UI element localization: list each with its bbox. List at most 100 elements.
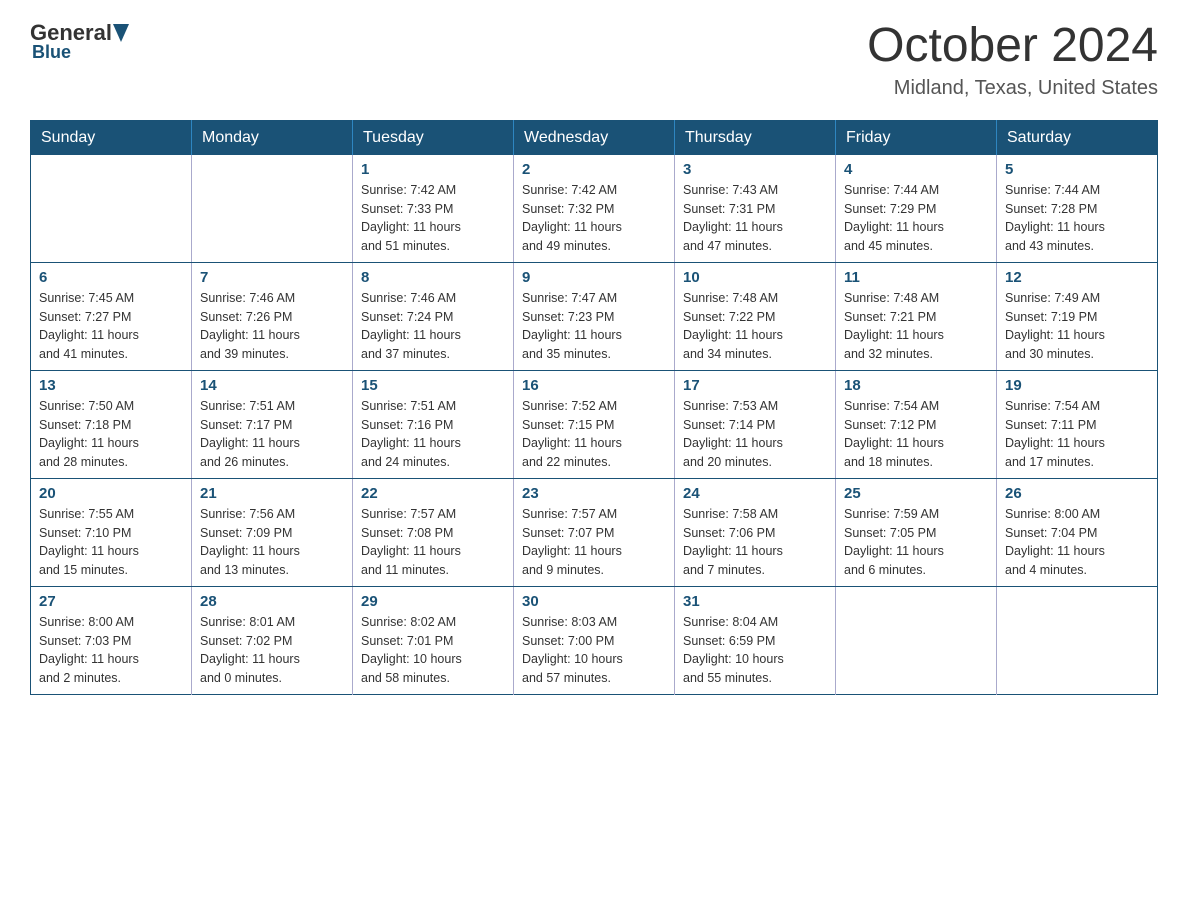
header-sunday: Sunday (31, 120, 192, 155)
day-number: 18 (844, 377, 988, 394)
day-cell: 4 Sunrise: 7:44 AMSunset: 7:29 PMDaylight… (836, 155, 997, 263)
day-info: Sunrise: 7:46 AMSunset: 7:24 PMDaylight:… (361, 289, 505, 364)
day-cell: 13 Sunrise: 7:50 AMSunset: 7:18 PMDayligh… (31, 370, 192, 478)
day-number: 10 (683, 269, 827, 286)
day-number: 25 (844, 485, 988, 502)
day-info: Sunrise: 7:54 AMSunset: 7:11 PMDaylight:… (1005, 397, 1149, 472)
day-cell: 2Sunrise: 7:42 AMSunset: 7:32 PMDaylight… (514, 155, 675, 263)
day-cell: 17 Sunrise: 7:53 AMSunset: 7:14 PMDayligh… (675, 370, 836, 478)
day-cell: 28 Sunrise: 8:01 AMSunset: 7:02 PMDayligh… (192, 586, 353, 694)
day-number: 27 (39, 593, 183, 610)
location-title: Midland, Texas, United States (867, 77, 1158, 100)
day-number: 15 (361, 377, 505, 394)
day-number: 20 (39, 485, 183, 502)
day-cell: 27Sunrise: 8:00 AMSunset: 7:03 PMDayligh… (31, 586, 192, 694)
day-number: 24 (683, 485, 827, 502)
day-cell: 26 Sunrise: 8:00 AMSunset: 7:04 PMDayligh… (997, 478, 1158, 586)
day-info: Sunrise: 7:58 AMSunset: 7:06 PMDaylight:… (683, 505, 827, 580)
day-info: Sunrise: 7:44 AMSunset: 7:29 PMDaylight:… (844, 181, 988, 256)
calendar-table: SundayMondayTuesdayWednesdayThursdayFrid… (30, 120, 1158, 695)
month-title: October 2024 (867, 20, 1158, 73)
week-row-3: 13 Sunrise: 7:50 AMSunset: 7:18 PMDayligh… (31, 370, 1158, 478)
day-cell (192, 155, 353, 263)
day-cell: 9 Sunrise: 7:47 AMSunset: 7:23 PMDaylight… (514, 262, 675, 370)
day-cell: 11 Sunrise: 7:48 AMSunset: 7:21 PMDayligh… (836, 262, 997, 370)
day-info: Sunrise: 7:50 AMSunset: 7:18 PMDaylight:… (39, 397, 183, 472)
day-number: 19 (1005, 377, 1149, 394)
day-number: 7 (200, 269, 344, 286)
day-cell (31, 155, 192, 263)
day-cell: 22 Sunrise: 7:57 AMSunset: 7:08 PMDayligh… (353, 478, 514, 586)
day-info: Sunrise: 8:03 AMSunset: 7:00 PMDaylight:… (522, 613, 666, 688)
day-cell: 24 Sunrise: 7:58 AMSunset: 7:06 PMDayligh… (675, 478, 836, 586)
day-info: Sunrise: 8:01 AMSunset: 7:02 PMDaylight:… (200, 613, 344, 688)
page-header: General Blue October 2024 Midland, Texas… (30, 20, 1158, 100)
day-number: 26 (1005, 485, 1149, 502)
week-row-1: 1Sunrise: 7:42 AMSunset: 7:33 PMDaylight… (31, 155, 1158, 263)
week-row-2: 6 Sunrise: 7:45 AMSunset: 7:27 PMDaylight… (31, 262, 1158, 370)
day-number: 3 (683, 161, 827, 178)
day-number: 2 (522, 161, 666, 178)
logo: General Blue (30, 20, 130, 63)
day-number: 13 (39, 377, 183, 394)
day-number: 5 (1005, 161, 1149, 178)
day-cell: 29 Sunrise: 8:02 AMSunset: 7:01 PMDayligh… (353, 586, 514, 694)
day-number: 6 (39, 269, 183, 286)
day-info: Sunrise: 7:52 AMSunset: 7:15 PMDaylight:… (522, 397, 666, 472)
week-row-4: 20 Sunrise: 7:55 AMSunset: 7:10 PMDayligh… (31, 478, 1158, 586)
day-info: Sunrise: 8:02 AMSunset: 7:01 PMDaylight:… (361, 613, 505, 688)
day-number: 30 (522, 593, 666, 610)
day-info: Sunrise: 7:45 AMSunset: 7:27 PMDaylight:… (39, 289, 183, 364)
day-cell (997, 586, 1158, 694)
header-friday: Friday (836, 120, 997, 155)
day-number: 4 (844, 161, 988, 178)
day-number: 22 (361, 485, 505, 502)
header-wednesday: Wednesday (514, 120, 675, 155)
day-cell: 20 Sunrise: 7:55 AMSunset: 7:10 PMDayligh… (31, 478, 192, 586)
day-info: Sunrise: 7:54 AMSunset: 7:12 PMDaylight:… (844, 397, 988, 472)
day-cell: 1Sunrise: 7:42 AMSunset: 7:33 PMDaylight… (353, 155, 514, 263)
header-saturday: Saturday (997, 120, 1158, 155)
day-cell (836, 586, 997, 694)
day-info: Sunrise: 7:48 AMSunset: 7:21 PMDaylight:… (844, 289, 988, 364)
day-cell: 5 Sunrise: 7:44 AMSunset: 7:28 PMDaylight… (997, 155, 1158, 263)
day-cell: 16 Sunrise: 7:52 AMSunset: 7:15 PMDayligh… (514, 370, 675, 478)
day-info: Sunrise: 8:04 AMSunset: 6:59 PMDaylight:… (683, 613, 827, 688)
day-cell: 8 Sunrise: 7:46 AMSunset: 7:24 PMDaylight… (353, 262, 514, 370)
day-cell: 10 Sunrise: 7:48 AMSunset: 7:22 PMDayligh… (675, 262, 836, 370)
day-number: 12 (1005, 269, 1149, 286)
day-info: Sunrise: 7:53 AMSunset: 7:14 PMDaylight:… (683, 397, 827, 472)
day-info: Sunrise: 8:00 AMSunset: 7:04 PMDaylight:… (1005, 505, 1149, 580)
day-info: Sunrise: 7:51 AMSunset: 7:17 PMDaylight:… (200, 397, 344, 472)
day-cell: 6 Sunrise: 7:45 AMSunset: 7:27 PMDaylight… (31, 262, 192, 370)
day-cell: 18 Sunrise: 7:54 AMSunset: 7:12 PMDayligh… (836, 370, 997, 478)
day-cell: 25 Sunrise: 7:59 AMSunset: 7:05 PMDayligh… (836, 478, 997, 586)
day-number: 11 (844, 269, 988, 286)
day-cell: 12Sunrise: 7:49 AMSunset: 7:19 PMDayligh… (997, 262, 1158, 370)
header-tuesday: Tuesday (353, 120, 514, 155)
day-number: 9 (522, 269, 666, 286)
day-cell: 19 Sunrise: 7:54 AMSunset: 7:11 PMDayligh… (997, 370, 1158, 478)
header-monday: Monday (192, 120, 353, 155)
day-number: 28 (200, 593, 344, 610)
day-info: Sunrise: 7:59 AMSunset: 7:05 PMDaylight:… (844, 505, 988, 580)
day-info: Sunrise: 7:55 AMSunset: 7:10 PMDaylight:… (39, 505, 183, 580)
day-number: 17 (683, 377, 827, 394)
day-cell: 3Sunrise: 7:43 AMSunset: 7:31 PMDaylight… (675, 155, 836, 263)
day-info: Sunrise: 7:48 AMSunset: 7:22 PMDaylight:… (683, 289, 827, 364)
day-info: Sunrise: 7:47 AMSunset: 7:23 PMDaylight:… (522, 289, 666, 364)
day-info: Sunrise: 7:57 AMSunset: 7:08 PMDaylight:… (361, 505, 505, 580)
day-number: 8 (361, 269, 505, 286)
day-cell: 30 Sunrise: 8:03 AMSunset: 7:00 PMDayligh… (514, 586, 675, 694)
day-info: Sunrise: 7:51 AMSunset: 7:16 PMDaylight:… (361, 397, 505, 472)
day-cell: 23Sunrise: 7:57 AMSunset: 7:07 PMDayligh… (514, 478, 675, 586)
day-number: 16 (522, 377, 666, 394)
day-info: Sunrise: 7:44 AMSunset: 7:28 PMDaylight:… (1005, 181, 1149, 256)
day-number: 14 (200, 377, 344, 394)
logo-arrow-icon (113, 24, 129, 42)
day-info: Sunrise: 7:56 AMSunset: 7:09 PMDaylight:… (200, 505, 344, 580)
day-number: 23 (522, 485, 666, 502)
day-number: 31 (683, 593, 827, 610)
day-number: 29 (361, 593, 505, 610)
logo-blue: Blue (32, 42, 71, 63)
